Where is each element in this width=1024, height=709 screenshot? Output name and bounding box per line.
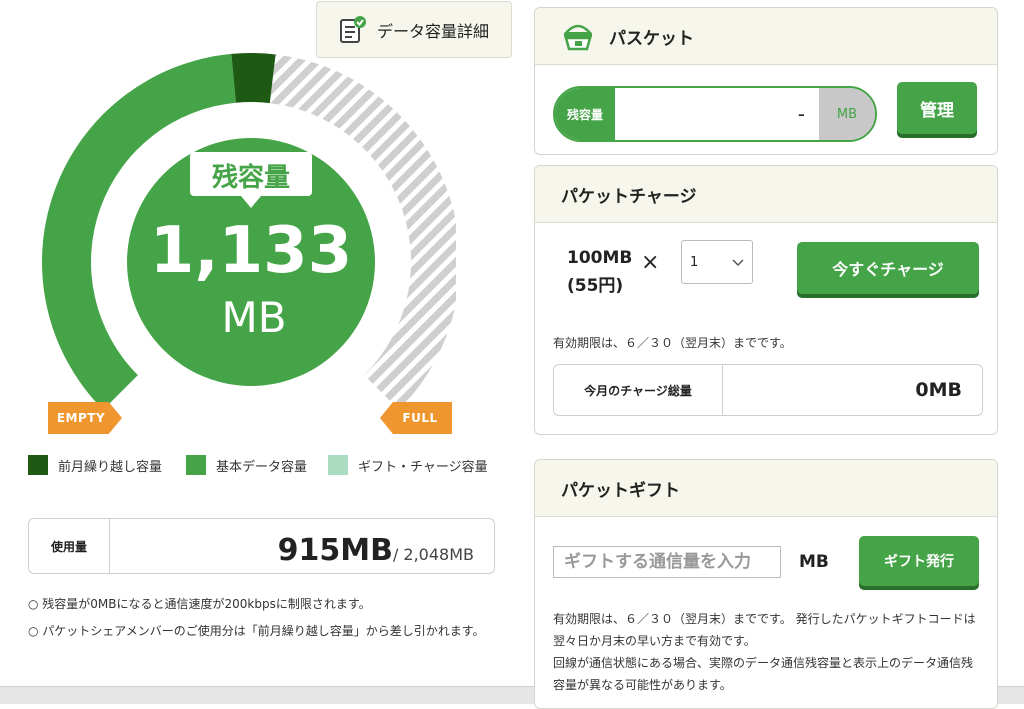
gift-title: パケットギフト xyxy=(561,480,680,501)
circle-bullet-icon: ○ xyxy=(28,597,43,611)
gift-issue-button[interactable]: ギフト発行 xyxy=(859,536,979,586)
pasket-remaining-value: - xyxy=(615,88,819,140)
usage-total: / 2,048MB xyxy=(392,545,474,564)
charge-expiry-note: 有効期限は、６／３０（翌月末）までです。 xyxy=(553,336,792,350)
circle-bullet-icon: ○ xyxy=(28,624,43,638)
charge-title: パケットチャージ xyxy=(561,186,697,207)
full-tag: FULL xyxy=(380,402,452,434)
legend-gift-charge: ギフト・チャージ容量 xyxy=(328,455,488,475)
pasket-remaining-label: 残容量 xyxy=(555,88,615,140)
charge-total-value: 0MB xyxy=(915,379,962,401)
remaining-label: 残容量 xyxy=(212,162,290,193)
charge-quantity-value: 1 xyxy=(690,254,699,270)
chevron-down-icon xyxy=(732,259,744,267)
legend-swatch xyxy=(28,455,48,475)
remaining-data-gauge: 残容量 1,133 MB xyxy=(41,52,456,410)
charge-now-button[interactable]: 今すぐチャージ xyxy=(797,242,979,294)
legend-swatch xyxy=(328,455,348,475)
manage-button[interactable]: 管理 xyxy=(897,82,977,134)
pasket-header: パスケット xyxy=(535,8,997,65)
charge-header: パケットチャージ xyxy=(535,166,997,223)
legend-label: ギフト・チャージ容量 xyxy=(358,459,488,475)
charge-total-box: 今月のチャージ総量 0MB xyxy=(553,364,983,416)
gift-note-2: 回線が通信状態にある場合、実際のデータ通信残容量と表示上のデータ通信残容量が異な… xyxy=(553,656,974,692)
usage-label: 使用量 xyxy=(29,519,110,573)
basket-icon xyxy=(564,24,592,51)
packet-charge-card: パケットチャージ 100MB (55円) × 1 今すぐチャージ 有効期限は、６… xyxy=(534,165,998,435)
pasket-remaining-unit: MB xyxy=(819,88,875,140)
pasket-remaining-field: 残容量 - MB xyxy=(553,86,877,142)
note-item: ○ 残容量が0MBになると通信速度が200kbpsに制限されます。 xyxy=(28,597,371,611)
empty-tag: EMPTY xyxy=(48,402,122,434)
times-icon: × xyxy=(641,250,660,275)
gift-header: パケットギフト xyxy=(535,460,997,517)
note-item: ○ パケットシェアメンバーのご使用分は「前月繰り越し容量」から差し引かれます。 xyxy=(28,624,485,638)
carryover-arc xyxy=(231,52,276,104)
data-detail-label: データ容量詳細 xyxy=(376,21,489,41)
pasket-card: パスケット 残容量 - MB 管理 xyxy=(534,7,998,155)
gift-unit: MB xyxy=(799,552,829,572)
remaining-unit: MB xyxy=(221,293,286,342)
document-check-icon xyxy=(339,15,366,43)
usage-box: 使用量 915MB / 2,048MB xyxy=(28,518,495,574)
remaining-value: 1,133 xyxy=(150,214,352,288)
charge-unit-price: (55円) xyxy=(567,276,624,296)
legend-basic: 基本データ容量 xyxy=(186,455,307,475)
charge-unit-amount: 100MB xyxy=(567,248,633,268)
charge-unit-info: 100MB (55円) xyxy=(567,244,632,300)
gift-amount-input[interactable] xyxy=(553,546,781,578)
pasket-title: パスケット xyxy=(609,28,694,49)
charge-quantity-select[interactable]: 1 xyxy=(681,240,753,284)
legend-label: 前月繰り越し容量 xyxy=(58,459,163,475)
legend-swatch xyxy=(186,455,206,475)
usage-used: 915MB xyxy=(277,533,393,568)
packet-gift-card: パケットギフト MB ギフト発行 有効期限は、６／３０（翌月末）までです。 発行… xyxy=(534,459,998,709)
legend-carryover: 前月繰り越し容量 xyxy=(28,455,162,475)
gift-note-1: 有効期限は、６／３０（翌月末）までです。 発行したパケットギフトコードは翌々日か… xyxy=(553,612,976,648)
legend-label: 基本データ容量 xyxy=(216,459,308,475)
charge-total-label: 今月のチャージ総量 xyxy=(554,365,723,415)
